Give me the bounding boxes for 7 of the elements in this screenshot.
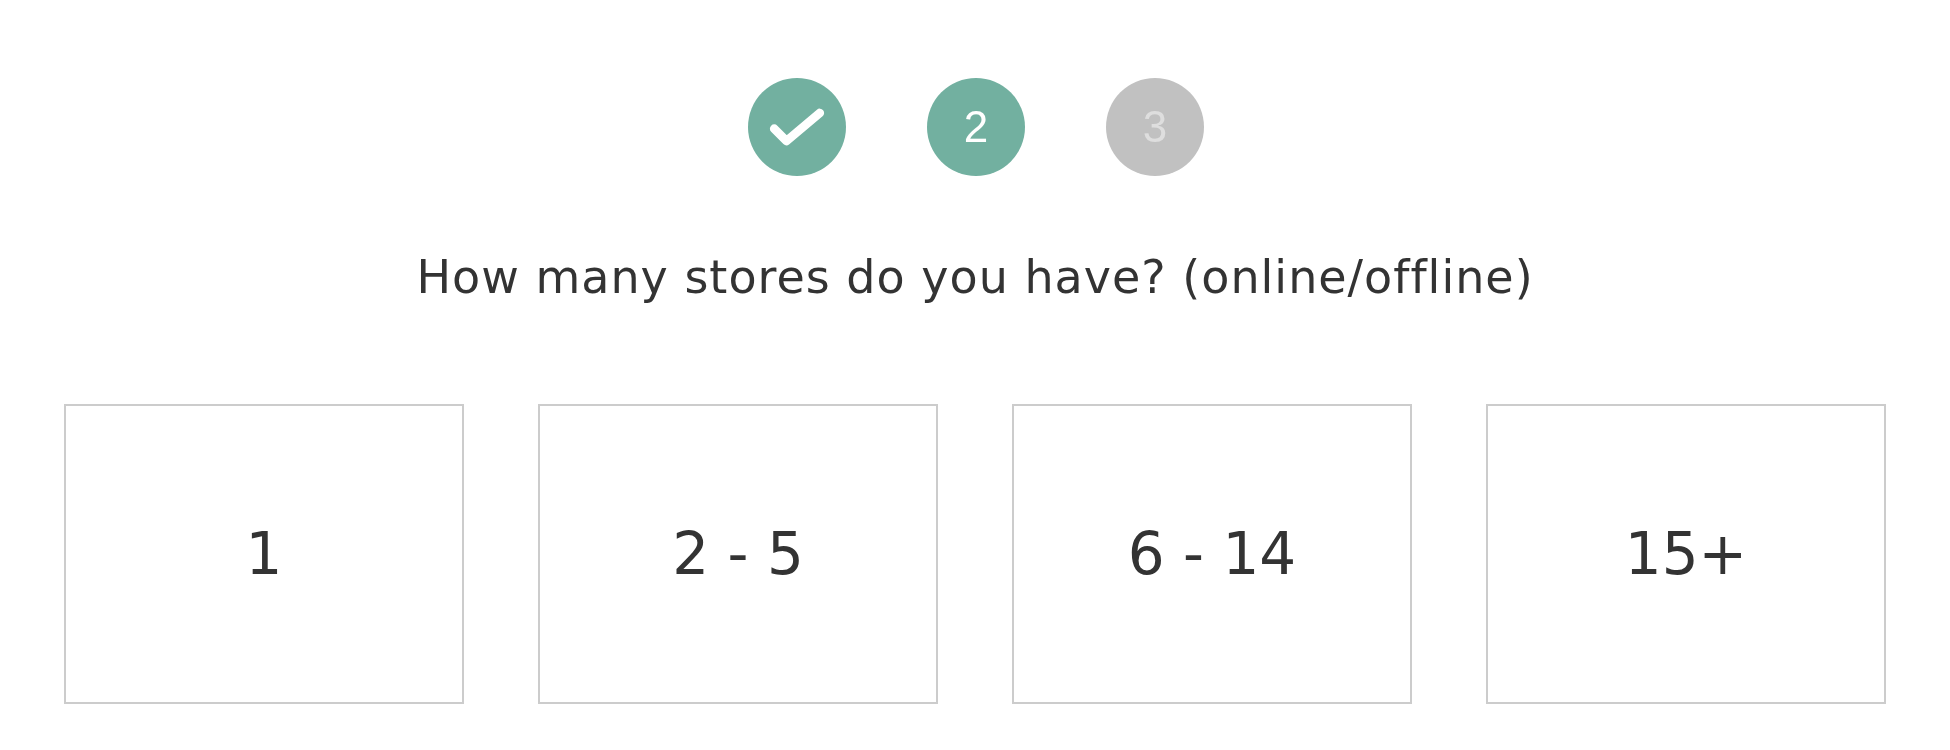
check-icon	[769, 107, 825, 147]
answer-option[interactable]: 2 - 5	[538, 404, 938, 704]
question-text: How many stores do you have? (online/offline)	[415, 250, 1535, 304]
answer-option[interactable]: 1	[64, 404, 464, 704]
step-number: 2	[927, 78, 1025, 176]
answer-option[interactable]: 6 - 14	[1012, 404, 1412, 704]
answer-option[interactable]: 15+	[1486, 404, 1886, 704]
